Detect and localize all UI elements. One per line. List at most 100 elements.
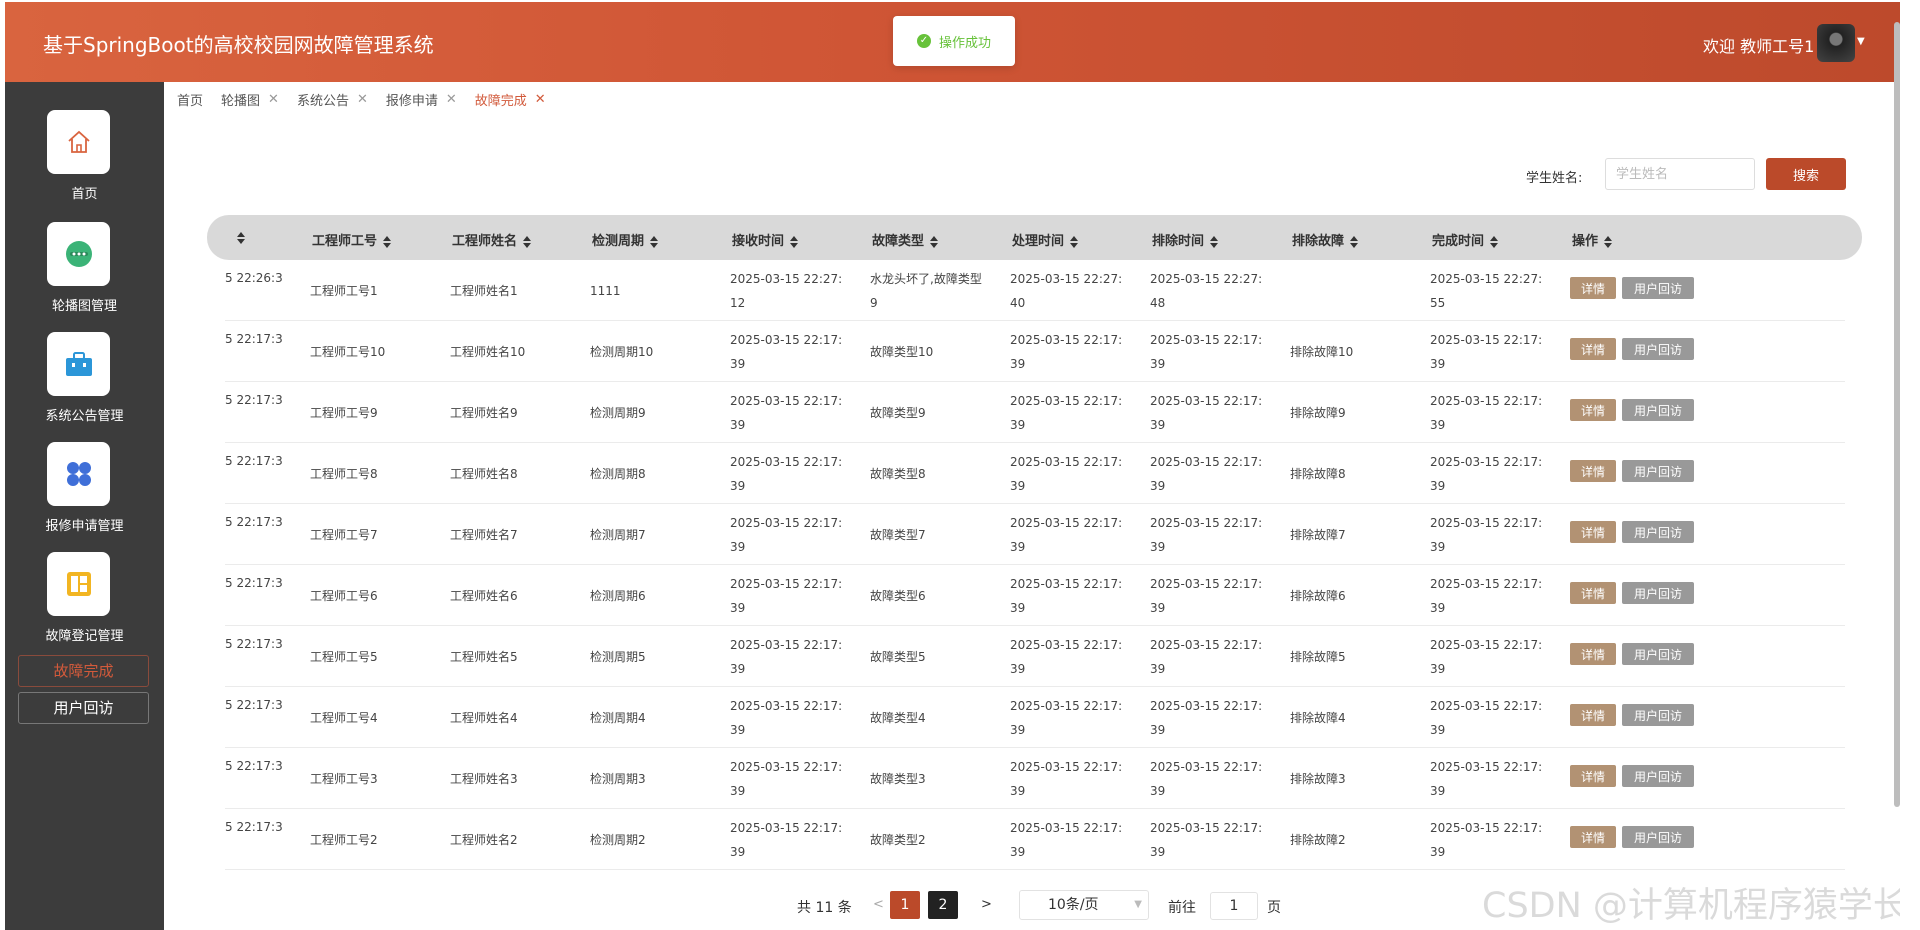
page-size-select[interactable]: 10条/页 ▼: [1019, 890, 1149, 920]
student-name-input[interactable]: [1605, 158, 1755, 190]
success-toast: ✓ 操作成功: [893, 16, 1015, 66]
avatar[interactable]: [1817, 24, 1855, 62]
sort-icon[interactable]: [383, 235, 392, 248]
table-cell: 工程师工号10: [310, 344, 386, 359]
table-cell: 2025-03-15 22:17:39: [730, 698, 843, 737]
tab-fault-complete[interactable]: 故障完成 ✕: [475, 90, 546, 109]
user-visit-button[interactable]: 用户回访: [1622, 704, 1694, 726]
user-visit-button[interactable]: 用户回访: [1622, 826, 1694, 848]
table-cell: 2025-03-15 22:27:40: [1010, 271, 1123, 310]
table-cell: 2025-03-15 22:17:39: [1010, 698, 1123, 737]
user-visit-button[interactable]: 用户回访: [1622, 643, 1694, 665]
sidebar-subitem-fault-complete[interactable]: 故障完成: [18, 655, 149, 687]
table-cell: 工程师姓名8: [450, 466, 518, 481]
user-visit-button[interactable]: 用户回访: [1622, 338, 1694, 360]
sort-icon[interactable]: [790, 235, 799, 248]
table-cell: 排除故障10: [1290, 344, 1354, 359]
user-visit-button[interactable]: 用户回访: [1622, 399, 1694, 421]
sort-icon[interactable]: [930, 235, 939, 248]
tab-carousel[interactable]: 轮播图 ✕: [221, 90, 279, 109]
sidebar-item-announcement[interactable]: [47, 332, 110, 396]
close-icon[interactable]: ✕: [535, 92, 546, 107]
table-cell: 2025-03-15 22:17:39: [1150, 332, 1263, 371]
sidebar: 首页 轮播图管理 系统公告管理 报修申请管理 故障登记管理 故障完成 用户回访: [5, 82, 164, 930]
table-row: 5 22:17:3 工程师工号10 工程师姓名10 检测周期10 2025-03-15 …: [225, 321, 1845, 382]
column-header[interactable]: 操作: [1572, 230, 1613, 249]
table-cell: 检测周期4: [590, 710, 646, 725]
sidebar-item-fault[interactable]: [47, 552, 110, 616]
user-visit-button[interactable]: 用户回访: [1622, 277, 1694, 299]
column-header[interactable]: 排除时间: [1152, 230, 1219, 249]
detail-button[interactable]: 详情: [1570, 704, 1616, 726]
detail-button[interactable]: 详情: [1570, 643, 1616, 665]
chevron-down-icon[interactable]: ▼: [1857, 36, 1865, 47]
sort-icon[interactable]: [1350, 235, 1359, 248]
column-header[interactable]: 工程师姓名: [452, 230, 532, 249]
home-icon: [67, 130, 90, 153]
sort-icon[interactable]: [1210, 235, 1219, 248]
search-button[interactable]: 搜索: [1766, 158, 1846, 190]
pagination-page-2[interactable]: 2: [928, 891, 958, 919]
briefcase-icon: [65, 352, 92, 376]
column-header[interactable]: 排除故障: [1292, 230, 1359, 249]
detail-button[interactable]: 详情: [1570, 826, 1616, 848]
user-visit-button[interactable]: 用户回访: [1622, 460, 1694, 482]
column-header[interactable]: 工程师工号: [312, 230, 392, 249]
tab-home[interactable]: 首页: [177, 90, 203, 109]
column-header[interactable]: 完成时间: [1432, 230, 1499, 249]
table-row: 5 22:17:3 工程师工号4 工程师姓名4 检测周期4 2025-03-15 22:…: [225, 687, 1845, 748]
sidebar-label-home: 首页: [71, 187, 98, 202]
close-icon[interactable]: ✕: [268, 92, 279, 107]
column-header[interactable]: 处理时间: [1012, 230, 1079, 249]
detail-button[interactable]: 详情: [1570, 460, 1616, 482]
sidebar-label-announcement: 系统公告管理: [45, 409, 124, 424]
detail-button[interactable]: 详情: [1570, 582, 1616, 604]
goto-page-input[interactable]: [1210, 892, 1258, 920]
close-icon[interactable]: ✕: [357, 92, 368, 107]
detail-button[interactable]: 详情: [1570, 338, 1616, 360]
user-visit-button[interactable]: 用户回访: [1622, 582, 1694, 604]
table-cell: 2025-03-15 22:17:39: [1150, 637, 1263, 676]
pagination-next-button[interactable]: >: [981, 897, 992, 912]
sidebar-item-home[interactable]: [47, 110, 110, 174]
column-header[interactable]: 检测周期: [592, 230, 659, 249]
pagination-page-1[interactable]: 1: [890, 891, 920, 919]
sort-icon[interactable]: [1070, 235, 1079, 248]
close-icon[interactable]: ✕: [446, 92, 457, 107]
pagination-prev-button[interactable]: <: [873, 897, 884, 912]
table-row: 5 22:17:3 工程师工号9 工程师姓名9 检测周期9 2025-03-15 22:…: [225, 382, 1845, 443]
table-cell: 2025-03-15 22:17:39: [1010, 759, 1123, 798]
table-cell: 工程师工号2: [310, 832, 378, 847]
table-cell: 2025-03-15 22:17:39: [730, 393, 843, 432]
tab-repair[interactable]: 报修申请 ✕: [386, 90, 457, 109]
tab-label: 轮播图: [221, 93, 261, 109]
sort-icon[interactable]: [523, 235, 532, 248]
sort-icon[interactable]: [650, 235, 659, 248]
user-visit-button[interactable]: 用户回访: [1622, 765, 1694, 787]
table-cell: 5 22:17:3: [225, 637, 283, 651]
sidebar-subitem-user-visit[interactable]: 用户回访: [18, 692, 149, 724]
column-header[interactable]: 故障类型: [872, 230, 939, 249]
chevron-down-icon: ▼: [1134, 899, 1142, 910]
detail-button[interactable]: 详情: [1570, 765, 1616, 787]
sort-icon[interactable]: [1490, 235, 1499, 248]
tab-announcement[interactable]: 系统公告 ✕: [297, 90, 368, 109]
page-scrollbar[interactable]: [1894, 22, 1900, 807]
detail-button[interactable]: 详情: [1570, 399, 1616, 421]
table-cell: 5 22:17:3: [225, 698, 283, 712]
detail-button[interactable]: 详情: [1570, 521, 1616, 543]
sort-icon[interactable]: [237, 231, 245, 244]
table-cell: 工程师姓名1: [450, 283, 518, 298]
table-cell: 工程师工号7: [310, 527, 378, 542]
table-cell: 2025-03-15 22:17:39: [1430, 759, 1543, 798]
table-cell: 工程师姓名3: [450, 771, 518, 786]
detail-button[interactable]: 详情: [1570, 277, 1616, 299]
column-header[interactable]: 接收时间: [732, 230, 799, 249]
column-header[interactable]: [231, 230, 245, 245]
sort-icon[interactable]: [1604, 235, 1613, 248]
table-cell: 2025-03-15 22:27:48: [1150, 271, 1263, 310]
user-visit-button[interactable]: 用户回访: [1622, 521, 1694, 543]
sidebar-item-carousel[interactable]: [47, 222, 110, 286]
table-cell: 工程师工号3: [310, 771, 378, 786]
sidebar-item-repair[interactable]: [47, 442, 110, 506]
